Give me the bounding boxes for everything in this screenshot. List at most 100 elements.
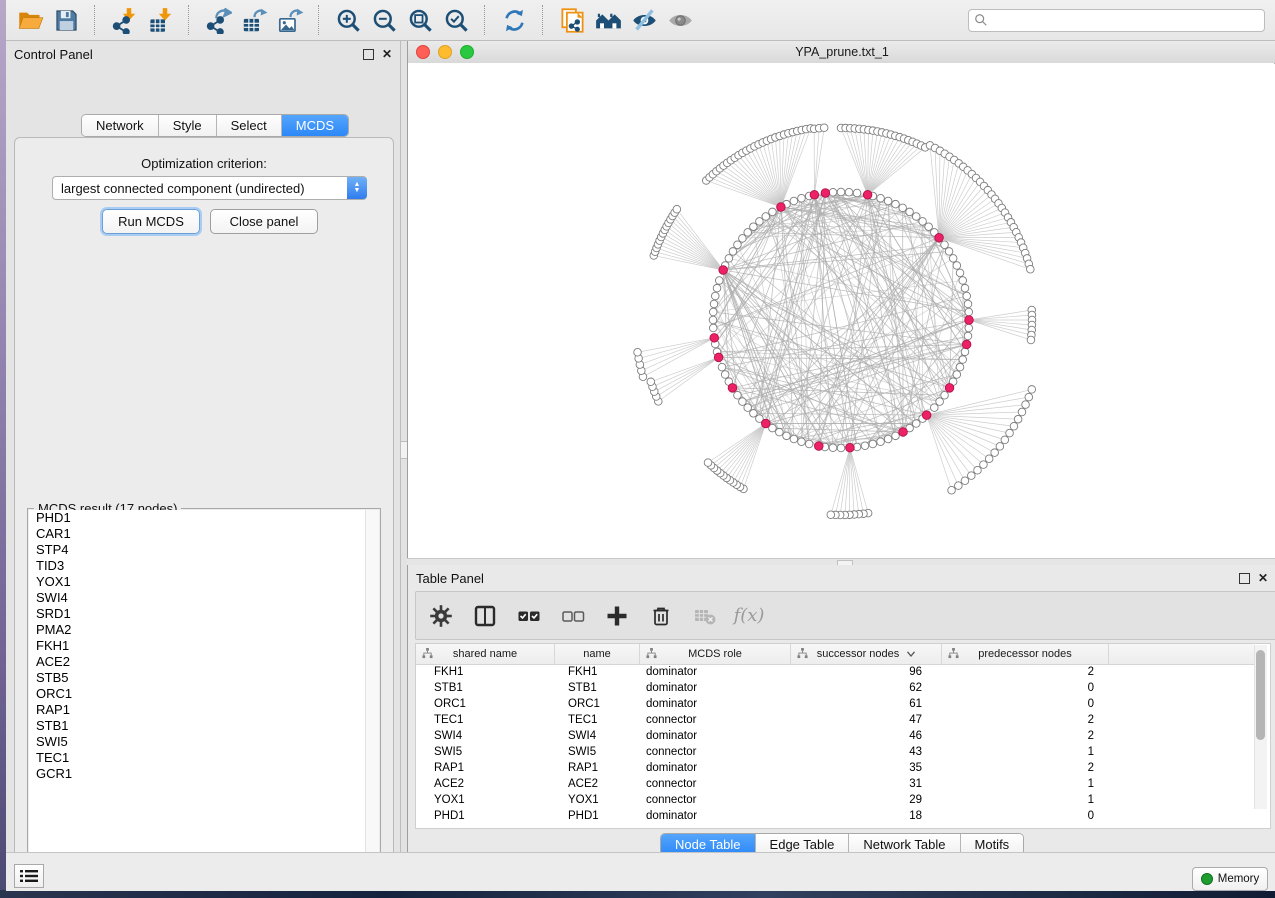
network-node[interactable] [713,284,721,292]
leaf-node[interactable] [820,124,828,132]
export-network-icon[interactable] [200,3,236,37]
leaf-node[interactable] [985,455,993,463]
network-node[interactable] [725,255,733,263]
open-icon[interactable] [12,3,48,37]
mcds-result-item[interactable]: STB1 [29,718,379,734]
first-neighbors-icon[interactable] [590,3,626,37]
network-node[interactable] [961,348,969,356]
leaf-node[interactable] [1027,265,1035,273]
network-node[interactable] [829,188,837,196]
network-node[interactable] [853,189,861,197]
mcds-result-item[interactable]: STP4 [29,542,379,558]
close-panel-icon[interactable]: ✕ [1258,574,1268,583]
network-node[interactable] [762,213,770,221]
tab-network[interactable]: Network [82,115,159,136]
network-node[interactable] [734,241,742,249]
mcds-hub-node[interactable] [899,428,908,437]
network-node[interactable] [959,277,967,285]
network-node[interactable] [899,204,907,212]
leaf-node[interactable] [1018,408,1026,416]
mcds-hub-node[interactable] [714,353,723,362]
deselect-all-icon[interactable] [558,600,588,632]
mcds-result-item[interactable]: FKH1 [29,638,379,654]
column-header-name[interactable]: name [555,644,640,664]
network-node[interactable] [884,197,892,205]
mcds-result-item[interactable]: PMA2 [29,622,379,638]
network-node[interactable] [829,444,837,452]
network-node[interactable] [892,200,900,208]
network-node[interactable] [941,241,949,249]
mcds-result-list[interactable]: PHD1CAR1STP4TID3YOX1SWI4SRD1PMA2FKH1ACE2… [29,510,379,878]
column-header-successor-nodes[interactable]: successor nodes [791,644,942,664]
network-node[interactable] [956,363,964,371]
mcds-list-scrollbar[interactable] [365,510,379,878]
mcds-hub-node[interactable] [719,266,728,275]
mcds-hub-node[interactable] [945,384,954,393]
select-all-icon[interactable] [514,600,544,632]
leaf-node[interactable] [673,205,681,213]
network-node[interactable] [709,324,717,332]
network-node[interactable] [709,308,717,316]
leaf-node[interactable] [1022,401,1030,409]
leaf-node[interactable] [1028,386,1036,394]
network-node[interactable] [906,208,914,216]
network-node[interactable] [790,197,798,205]
refresh-icon[interactable] [496,3,532,37]
network-node[interactable] [798,194,806,202]
export-table-icon[interactable] [236,3,272,37]
mcds-hub-node[interactable] [777,203,786,212]
leaf-node[interactable] [1014,415,1022,423]
mcds-result-item[interactable]: SRD1 [29,606,379,622]
network-node[interactable] [965,308,973,316]
network-node[interactable] [953,371,961,379]
show-columns-icon[interactable] [470,600,500,632]
network-node[interactable] [963,292,971,300]
mcds-hub-node[interactable] [761,419,770,428]
network-node[interactable] [845,188,853,196]
network-node[interactable] [945,248,953,256]
close-panel-icon[interactable]: ✕ [382,50,392,59]
table-scrollbar-thumb[interactable] [1256,650,1265,740]
network-node[interactable] [776,428,784,436]
network-node[interactable] [718,363,726,371]
leaf-node[interactable] [955,482,963,490]
network-node[interactable] [744,404,752,412]
leaf-node[interactable] [827,511,835,519]
tab-style[interactable]: Style [159,115,217,136]
mcds-result-item[interactable]: SWI5 [29,734,379,750]
network-node[interactable] [884,435,892,443]
network-node[interactable] [744,229,752,237]
search-field[interactable] [968,9,1265,32]
mcds-result-item[interactable]: SWI4 [29,590,379,606]
mcds-result-item[interactable]: TEC1 [29,750,379,766]
mcds-result-item[interactable]: PHD1 [29,510,379,526]
network-node[interactable] [861,442,869,450]
run-mcds-button[interactable]: Run MCDS [102,209,200,234]
network-node[interactable] [912,213,920,221]
network-node[interactable] [941,391,949,399]
mcds-hub-node[interactable] [922,411,931,420]
leaf-node[interactable] [961,477,969,485]
table-row[interactable]: PHD1PHD1dominator180 [416,808,1254,824]
leaf-node[interactable] [1027,336,1035,344]
network-node[interactable] [837,188,845,196]
create-column-icon[interactable] [602,600,632,632]
network-node[interactable] [925,223,933,231]
table-row[interactable]: YOX1YOX1connector291 [416,792,1254,808]
network-node[interactable] [734,391,742,399]
network-node[interactable] [869,440,877,448]
leaf-node[interactable] [1010,422,1018,430]
leaf-node[interactable] [991,449,999,457]
leaf-node[interactable] [1006,429,1014,437]
table-scrollbar[interactable] [1254,645,1267,809]
zoom-fit-icon[interactable] [402,3,438,37]
column-header-predecessor-nodes[interactable]: predecessor nodes [942,644,1109,664]
leaf-node[interactable] [996,443,1004,451]
task-history-button[interactable] [14,864,44,888]
mcds-hub-node[interactable] [935,233,944,242]
show-all-icon[interactable] [662,3,698,37]
leaf-node[interactable] [704,459,712,467]
table-row[interactable]: RAP1RAP1dominator352 [416,760,1254,776]
close-panel-button[interactable]: Close panel [210,209,318,234]
network-node[interactable] [877,438,885,446]
